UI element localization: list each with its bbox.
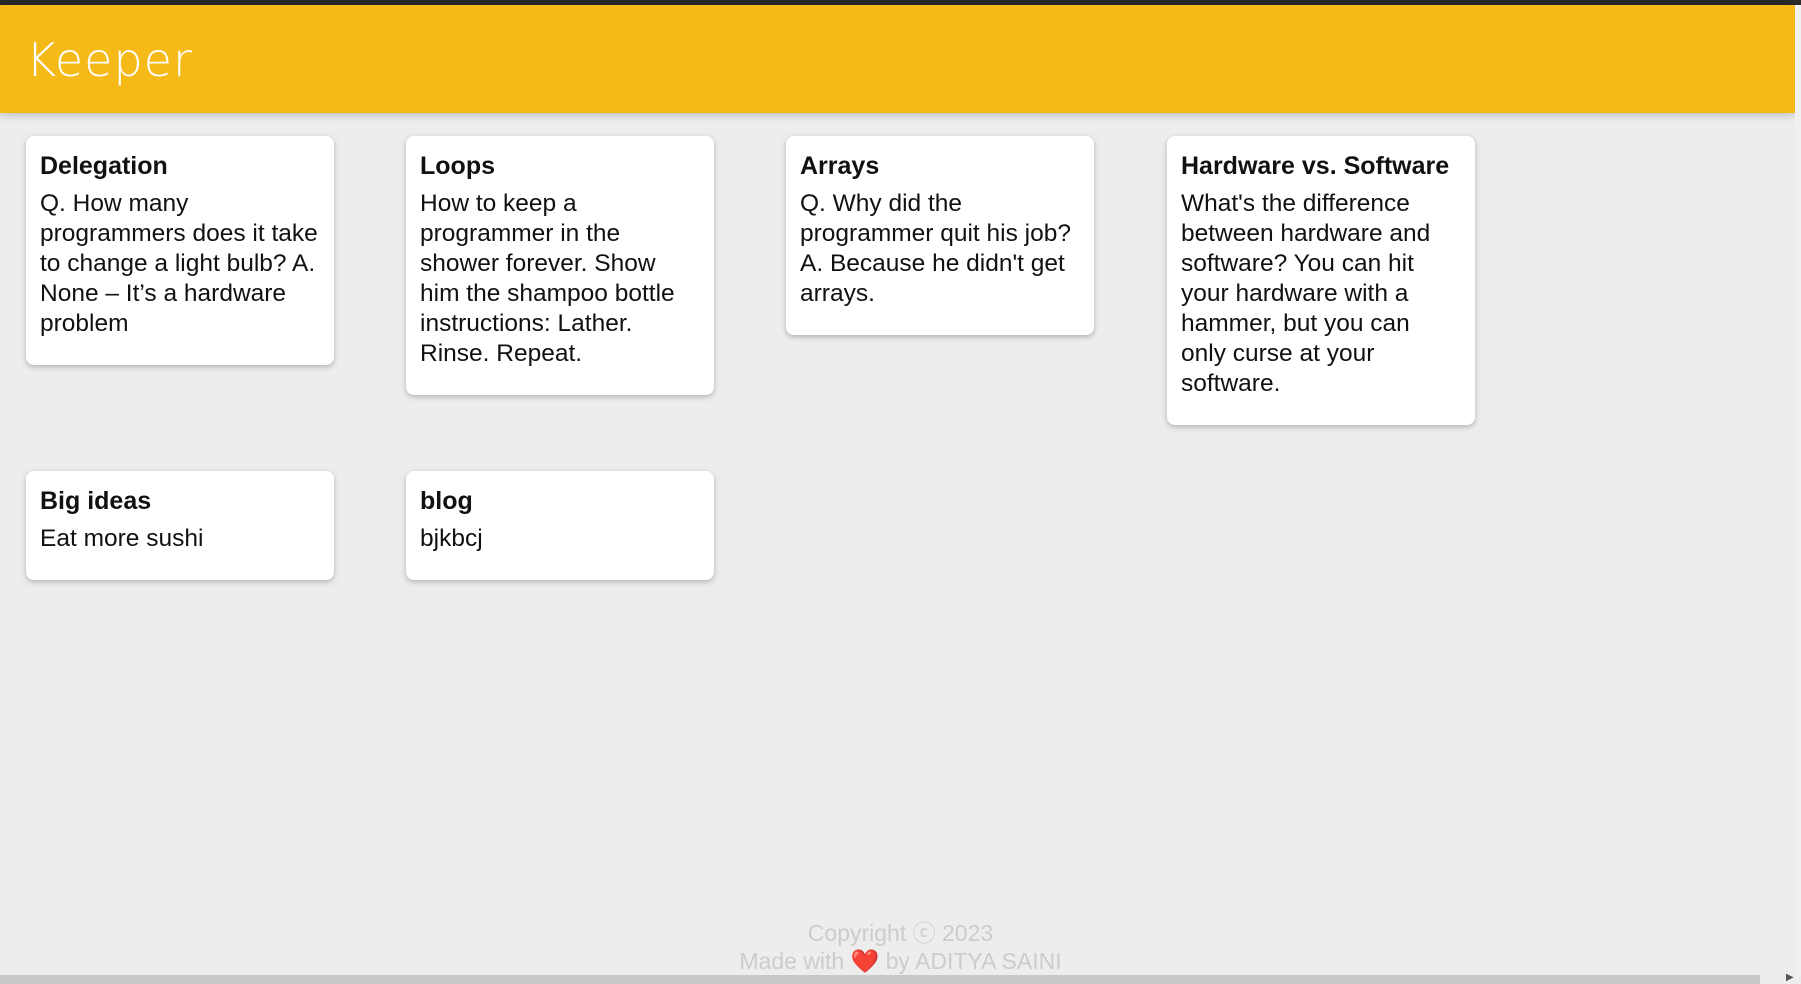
note-title: Delegation [40, 152, 168, 180]
footer-made-with: Made with ❤️ by ADITYA SAINI [739, 948, 1062, 974]
note-title: Big ideas [40, 487, 152, 515]
note-card: Arrays Q. Why did the programmer quit hi… [786, 136, 1094, 335]
note-content: Eat more sushi [40, 524, 204, 552]
vertical-scrollbar[interactable] [1795, 5, 1801, 975]
note-content: bjkbcj [420, 524, 483, 552]
note-card: Delegation Q. How many programmers does … [26, 136, 334, 365]
footer-copyright: Copyright ⓒ 2023 [807, 920, 994, 946]
note-content: Q. How many programmers does it take to … [40, 189, 318, 337]
note-title: Hardware vs. Software [1181, 152, 1450, 180]
note-content: What's the difference between hardware a… [1181, 189, 1431, 397]
note-content: Q. Why did the programmer quit his job? … [800, 189, 1071, 307]
notes-area: Delegation Q. How many programmers does … [0, 0, 1801, 984]
scroll-right-arrow-icon[interactable]: ▶ [1786, 972, 1794, 983]
note-card: Hardware vs. Software What's the differe… [1167, 136, 1475, 425]
note-card: blog bjkbcj [406, 471, 714, 580]
note-content: How to keep a programmer in the shower f… [420, 189, 675, 367]
note-card: Big ideas Eat more sushi [26, 471, 334, 580]
footer: Copyright ⓒ 2023 Made with ❤️ by ADITYA … [0, 919, 1801, 975]
note-title: Arrays [800, 152, 880, 180]
note-title: blog [420, 487, 473, 515]
note-card: Loops How to keep a programmer in the sh… [406, 136, 714, 395]
note-title: Loops [420, 152, 495, 180]
horizontal-scrollbar[interactable] [0, 975, 1760, 984]
